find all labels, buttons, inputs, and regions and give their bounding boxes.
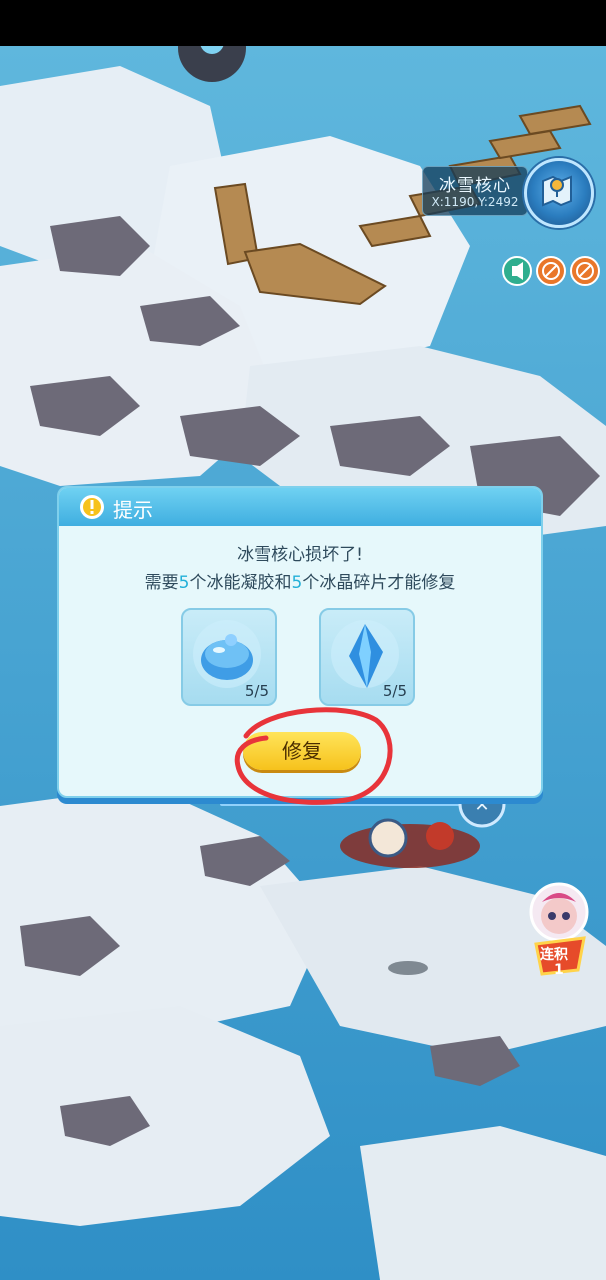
status-bar [0, 0, 606, 46]
game-screen: ✕ 冰雪核心 X:1190,Y:2492 连积 1 提示 冰雪核心损坏了! 需要… [0, 0, 606, 1280]
message-text-b: 个冰能凝胶和 [189, 573, 292, 593]
message-text-c: 个冰晶碎片才能修复 [302, 573, 456, 593]
item-count-ice-gel: 5/5 [244, 682, 269, 700]
message-count-gel: 5 [178, 573, 190, 593]
no-sound-icon[interactable] [536, 256, 566, 286]
voice-icon[interactable] [502, 256, 532, 286]
exclamation-icon [80, 495, 104, 519]
item-count-ice-crystal: 5/5 [382, 682, 407, 700]
event-badge-label: 连积 [540, 947, 568, 963]
map-icon [542, 175, 572, 207]
location-panel: 冰雪核心 X:1190,Y:2492 [422, 166, 528, 216]
dialog-message-line2: 需要5个冰能凝胶和5个冰晶碎片才能修复 [59, 568, 541, 593]
event-badge-number: 1 [554, 962, 564, 978]
dialog-header: 提示 [59, 488, 541, 526]
message-text-a: 需要 [144, 573, 179, 593]
item-slot-ice-crystal[interactable]: 5/5 [319, 608, 415, 706]
event-badge[interactable]: 连积 1 [526, 878, 592, 982]
annotation-circle [234, 707, 393, 805]
svg-text:✕: ✕ [474, 795, 489, 816]
settings-toggles [500, 256, 604, 286]
location-coordinates: X:1190,Y:2492 [431, 195, 519, 209]
no-music-icon[interactable] [570, 256, 600, 286]
dialog-title: 提示 [113, 498, 153, 522]
dialog-message-line1: 冰雪核心损坏了! [237, 545, 363, 565]
message-count-crystal: 5 [291, 573, 303, 593]
item-slot-ice-gel[interactable]: 5/5 [181, 608, 277, 706]
location-name: 冰雪核心 [439, 176, 511, 196]
map-button[interactable] [524, 158, 594, 228]
